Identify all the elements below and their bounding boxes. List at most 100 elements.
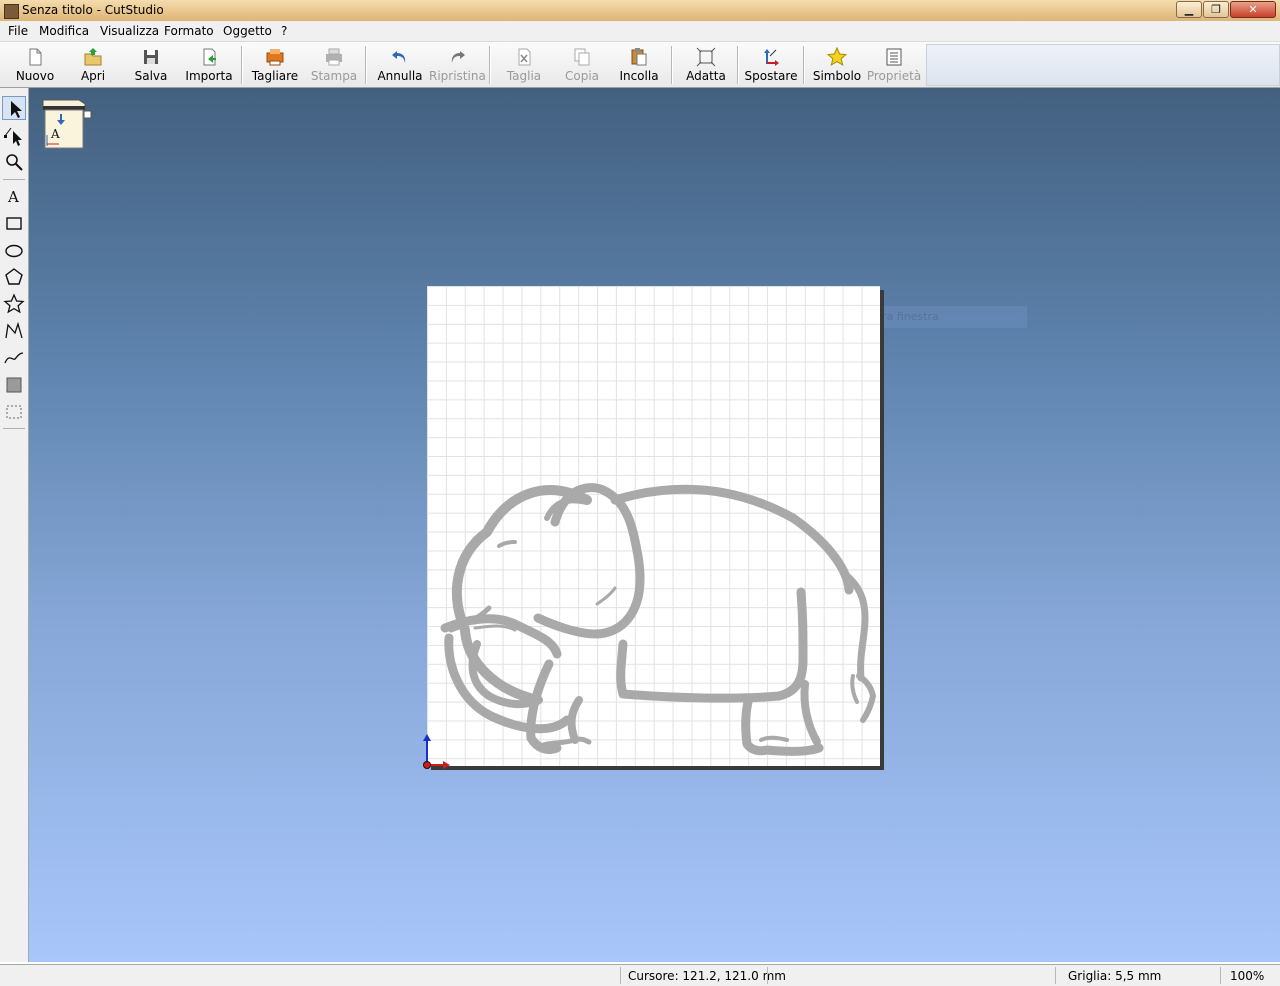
move-origin-button[interactable]: Spostare xyxy=(743,44,799,84)
properties-list-icon xyxy=(886,48,902,66)
toolbar-empty-area xyxy=(926,44,1280,86)
status-separator xyxy=(767,967,768,984)
copy-button[interactable]: Copia xyxy=(554,44,610,84)
menu-formato[interactable]: Formato xyxy=(164,24,214,38)
save-button-label: Salva xyxy=(134,69,168,83)
redo-arrow-icon xyxy=(451,51,465,63)
scissors-icon xyxy=(518,48,531,66)
curve-icon xyxy=(4,352,24,364)
properties-button[interactable]: Proprietà xyxy=(866,44,922,84)
restore-icon: ❐ xyxy=(1211,3,1221,16)
new-button-label: Nuovo xyxy=(15,69,55,83)
move-origin-icon xyxy=(764,49,779,66)
svg-text:A: A xyxy=(7,188,19,206)
new-document-icon xyxy=(29,48,42,66)
save-button[interactable]: Salva xyxy=(124,44,178,84)
menu-visualizza[interactable]: Visualizza xyxy=(100,24,159,38)
media-sheet[interactable] xyxy=(423,286,880,769)
paste-clipboard-icon xyxy=(631,48,647,66)
print-button-label: Stampa xyxy=(310,69,358,83)
ellipse-tool[interactable] xyxy=(2,238,26,262)
status-separator xyxy=(1220,967,1221,984)
zoom-tool[interactable] xyxy=(2,150,26,174)
y-axis-arrow-icon xyxy=(423,734,431,741)
curve-tool[interactable] xyxy=(2,346,26,370)
toolbar-separator xyxy=(365,46,367,84)
toolbar-separator xyxy=(803,46,805,84)
paste-button-label: Incolla xyxy=(619,69,659,83)
import-button[interactable]: Importa xyxy=(181,44,237,84)
grid-size: Griglia: 5,5 mm xyxy=(1068,969,1162,983)
palette-separator xyxy=(3,179,25,180)
menu-modifica[interactable]: Modifica xyxy=(39,24,89,38)
toolbar-separator xyxy=(241,46,243,84)
fit-button[interactable]: Adatta xyxy=(678,44,734,84)
text-tool[interactable]: A xyxy=(2,184,26,208)
star-tool[interactable] xyxy=(2,292,26,316)
main-toolbar: Nuovo Apri Salva Importa Tagliare Stampa… xyxy=(0,42,1280,88)
undo-arrow-icon xyxy=(392,51,406,63)
printer-icon xyxy=(326,48,342,66)
open-button-label: Apri xyxy=(80,69,106,83)
symbol-button-label: Simbolo xyxy=(812,69,862,83)
menu-help[interactable]: ? xyxy=(281,24,287,38)
tool-palette: A xyxy=(0,88,29,962)
toolbar-separator xyxy=(737,46,739,84)
close-icon: ✕ xyxy=(1248,3,1258,16)
paste-button[interactable]: Incolla xyxy=(611,44,667,84)
toolbar-separator xyxy=(489,46,491,84)
elephant-shape[interactable] xyxy=(427,286,880,766)
polyline-icon xyxy=(5,321,23,339)
toolbar-separator xyxy=(671,46,673,84)
symbol-button[interactable]: Simbolo xyxy=(809,44,865,84)
node-pointer-icon xyxy=(4,127,22,146)
move-origin-button-label: Spostare xyxy=(744,69,798,83)
status-separator xyxy=(1055,967,1056,984)
cut-plot-button-label: Tagliare xyxy=(251,69,299,83)
magnifier-icon xyxy=(6,154,23,171)
new-button[interactable]: Nuovo xyxy=(8,44,62,84)
node-edit-tool[interactable] xyxy=(2,123,26,147)
restore-button[interactable]: ❐ xyxy=(1203,1,1229,18)
arrow-pointer-icon xyxy=(11,101,22,118)
polygon-tool[interactable] xyxy=(2,265,26,289)
title-bar: Senza titolo - CutStudio ▁ ❐ ✕ xyxy=(0,0,1280,21)
open-button[interactable]: Apri xyxy=(66,44,120,84)
redo-button-label: Ripristina xyxy=(429,69,486,83)
minimize-button[interactable]: ▁ xyxy=(1176,1,1202,18)
palette-separator xyxy=(3,428,25,429)
status-separator xyxy=(620,967,621,984)
properties-button-label: Proprietà xyxy=(866,69,922,83)
zoom-level: 100% xyxy=(1230,969,1265,983)
close-button[interactable]: ✕ xyxy=(1230,1,1276,18)
origin-axes xyxy=(423,734,450,769)
cutter-device-icon[interactable]: A xyxy=(41,98,93,150)
text-a-icon: A xyxy=(7,188,19,206)
fit-frame-icon xyxy=(696,47,716,67)
status-bar: Cursore: 121.2, 121.0 mm Griglia: 5,5 mm… xyxy=(0,964,1280,986)
print-button[interactable]: Stampa xyxy=(306,44,362,84)
minimize-icon: ▁ xyxy=(1184,3,1194,16)
open-folder-icon xyxy=(84,48,102,66)
fill-tool[interactable] xyxy=(2,373,26,397)
drawing-canvas[interactable]: A Cattura finestra xyxy=(29,88,1280,962)
fit-button-label: Adatta xyxy=(686,69,726,83)
cut-plot-button[interactable]: Tagliare xyxy=(247,44,303,84)
cutter-icon xyxy=(266,49,284,66)
pentagon-icon xyxy=(5,268,23,285)
marquee-tool[interactable] xyxy=(2,400,26,424)
rectangle-tool[interactable] xyxy=(2,211,26,235)
polyline-tool[interactable] xyxy=(2,319,26,343)
cut-button[interactable]: Taglia xyxy=(496,44,552,84)
menu-bar: File Modifica Visualizza Formato Oggetto… xyxy=(0,21,1280,42)
undo-button[interactable]: Annulla xyxy=(372,44,428,84)
save-disk-icon xyxy=(144,50,158,64)
origin-point-icon xyxy=(423,761,431,769)
menu-file[interactable]: File xyxy=(8,24,28,38)
redo-button[interactable]: Ripristina xyxy=(429,44,486,84)
cursor-position: Cursore: 121.2, 121.0 mm xyxy=(628,969,786,983)
menu-oggetto[interactable]: Oggetto xyxy=(223,24,272,38)
ellipse-icon xyxy=(5,244,23,258)
rectangle-icon xyxy=(6,217,22,230)
select-tool[interactable] xyxy=(2,96,26,120)
